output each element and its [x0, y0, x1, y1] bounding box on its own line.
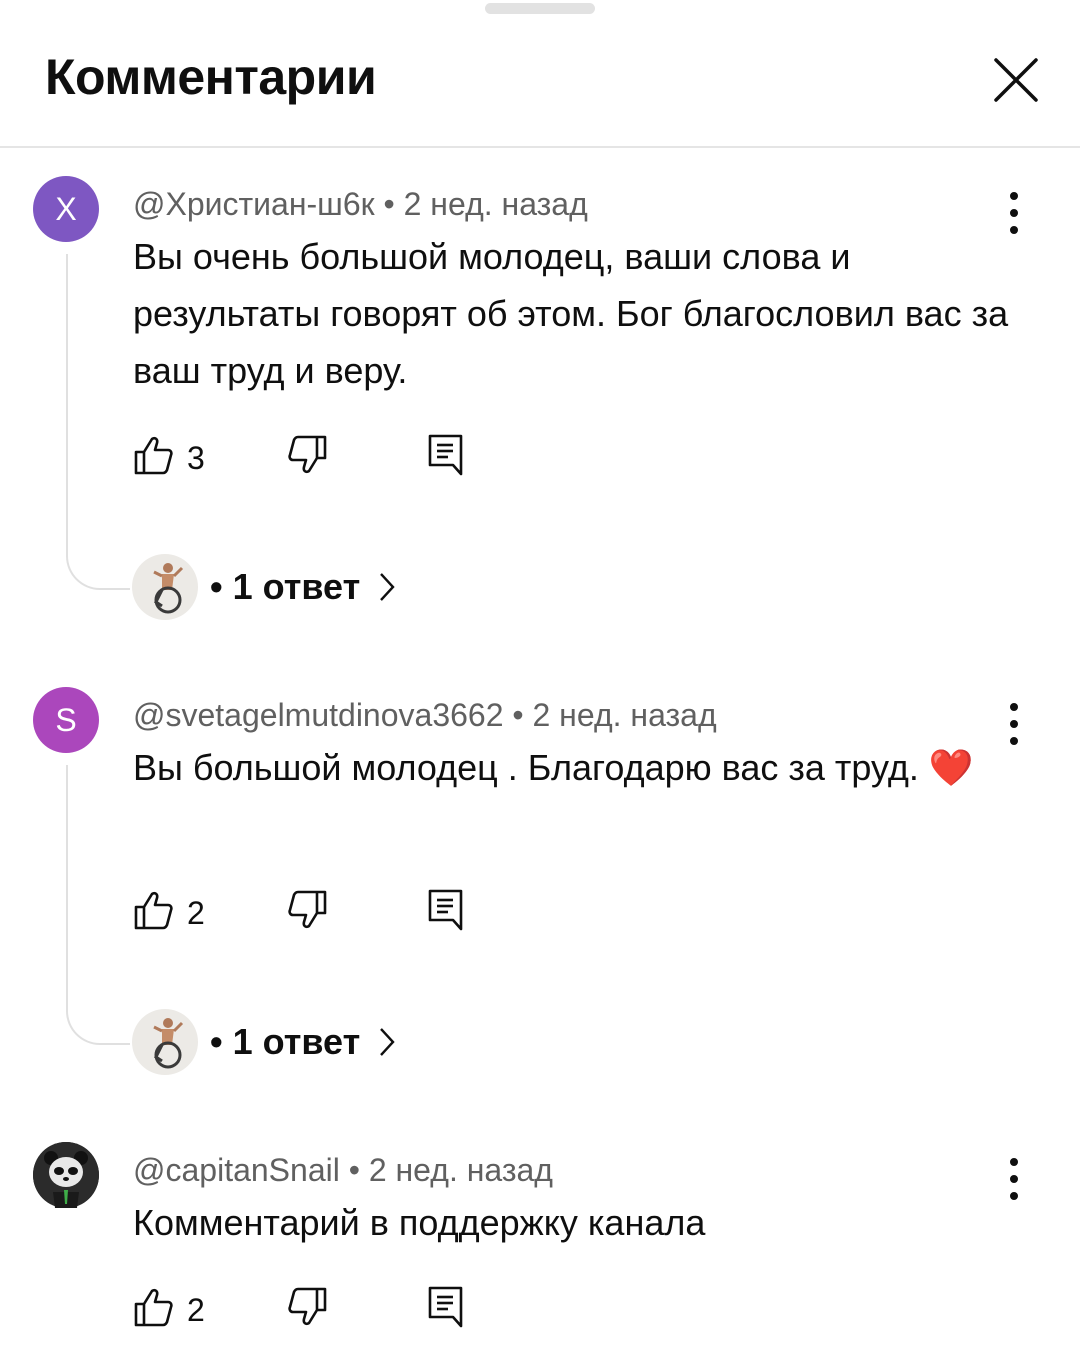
more-options-icon[interactable]: [993, 699, 1035, 749]
comment-text: Вы большой молодец . Благодарю вас за тр…: [133, 747, 974, 788]
meta-separator: •: [348, 1152, 360, 1188]
avatar[interactable]: [33, 1142, 99, 1208]
avatar-letter: S: [55, 701, 77, 738]
close-icon[interactable]: [988, 52, 1044, 108]
reply-icon[interactable]: [428, 889, 464, 931]
comment-meta: @capitanSnail • 2 нед. назад: [133, 1152, 553, 1189]
like-count: 2: [187, 895, 205, 931]
replies-button[interactable]: • 1 ответ: [132, 554, 398, 620]
comment-author[interactable]: @capitanSnail: [133, 1152, 340, 1188]
like-icon[interactable]: [133, 1286, 173, 1328]
like-count: 2: [187, 1292, 205, 1328]
more-options-icon[interactable]: [993, 1154, 1035, 1204]
like-count: 3: [187, 440, 205, 476]
reply-avatar: [132, 1009, 198, 1075]
thread-line: [66, 765, 130, 1045]
chevron-right-icon: [380, 1028, 395, 1056]
comment-text: Вы очень большой молодец, ваши слова и р…: [133, 236, 1009, 391]
comment-time: 2 нед. назад: [368, 1152, 553, 1188]
comment-meta: @Христиан-ш6к • 2 нед. назад: [133, 186, 588, 223]
meta-separator: •: [383, 186, 395, 222]
comment-meta: @svetagelmutdinova3662 • 2 нед. назад: [133, 697, 717, 734]
wheelchair-person-icon: [153, 1018, 184, 1069]
meta-separator: •: [512, 697, 524, 733]
dislike-icon[interactable]: [288, 889, 328, 931]
avatar[interactable]: S: [33, 687, 99, 753]
reply-icon[interactable]: [428, 434, 464, 476]
comment-time: 2 нед. назад: [403, 186, 588, 222]
chevron-right-icon: [380, 573, 395, 601]
dislike-icon[interactable]: [288, 1286, 328, 1328]
replies-button[interactable]: • 1 ответ: [132, 1009, 398, 1075]
meta-separator: •: [210, 1021, 223, 1062]
comment-author[interactable]: @svetagelmutdinova3662: [133, 697, 504, 733]
avatar[interactable]: Х: [33, 176, 99, 242]
more-options-icon[interactable]: [993, 188, 1035, 238]
dislike-icon[interactable]: [288, 434, 328, 476]
panda-icon: [33, 1142, 99, 1208]
replies-count: 1 ответ: [232, 1021, 361, 1062]
thread-line: [66, 254, 130, 590]
reply-icon[interactable]: [428, 1286, 464, 1328]
reply-avatar: [132, 554, 198, 620]
page-title: Комментарии: [45, 49, 377, 105]
wheelchair-person-icon: [153, 563, 184, 614]
like-icon[interactable]: [133, 889, 173, 931]
comments-header: Комментарии: [0, 0, 1080, 148]
comment-text: Комментарий в поддержку канала: [133, 1202, 706, 1243]
meta-separator: •: [210, 566, 223, 607]
replies-count: 1 ответ: [232, 566, 361, 607]
avatar-letter: Х: [55, 190, 77, 227]
comment-author[interactable]: @Христиан-ш6к: [133, 186, 375, 222]
like-icon[interactable]: [133, 434, 173, 476]
comment-time: 2 нед. назад: [532, 697, 717, 733]
